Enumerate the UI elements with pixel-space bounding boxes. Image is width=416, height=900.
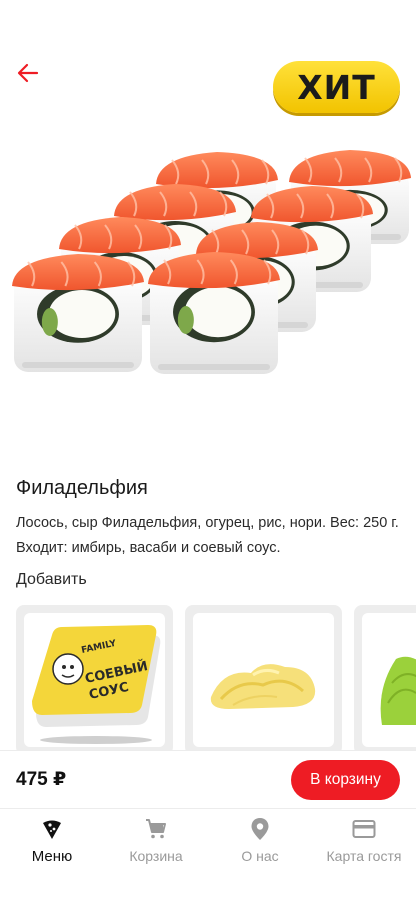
purchase-bar: 475 ₽ В корзину — [0, 750, 416, 808]
add-to-cart-button[interactable]: В корзину — [291, 760, 400, 800]
pizza-slice-icon — [40, 817, 64, 841]
hit-badge: ХИТ — [273, 61, 400, 113]
tab-about-label: О нас — [241, 848, 279, 864]
tab-about[interactable]: О нас — [208, 809, 312, 900]
price-label: 475 ₽ — [16, 769, 67, 790]
product-description: Лосось, сыр Филадельфия, огурец, рис, но… — [16, 511, 406, 561]
description-includes: Входит: имбирь, васаби и соевый соус. — [16, 540, 281, 556]
tab-menu-label: Меню — [31, 848, 73, 865]
addons-carousel[interactable]: FAMILY СОЕВЫЙ СОУС — [16, 605, 416, 750]
ginger-image — [210, 664, 316, 709]
wasabi-image — [380, 656, 416, 725]
addon-card-soy-sauce[interactable]: FAMILY СОЕВЫЙ СОУС — [16, 605, 173, 750]
cart-icon — [144, 817, 168, 841]
tab-guest-card[interactable]: Карта гостя — [312, 809, 416, 900]
bottom-tab-bar: Меню Корзина О нас Карта гостя — [0, 808, 416, 900]
credit-card-icon — [352, 817, 376, 841]
soy-sauce-image: FAMILY СОЕВЫЙ СОУС — [32, 625, 161, 744]
tab-guest-card-label: Карта гостя — [326, 848, 402, 864]
description-ingredients: Лосось, сыр Филадельфия, огурец, рис, но… — [16, 515, 399, 531]
addon-card-ginger[interactable] — [185, 605, 342, 750]
philadelphia-roll-image — [12, 150, 411, 374]
tab-menu[interactable]: Меню — [0, 809, 104, 900]
addon-card-wasabi[interactable] — [354, 605, 416, 750]
location-pin-icon — [248, 817, 272, 841]
tab-cart-label: Корзина — [129, 848, 183, 864]
sushi-roll — [148, 252, 280, 374]
back-button[interactable] — [14, 60, 42, 86]
product-title: Филадельфия — [16, 477, 148, 499]
sushi-roll — [12, 254, 144, 372]
arrow-left-icon — [17, 63, 39, 83]
tab-cart[interactable]: Корзина — [104, 809, 208, 900]
addons-heading: Добавить — [16, 571, 87, 588]
